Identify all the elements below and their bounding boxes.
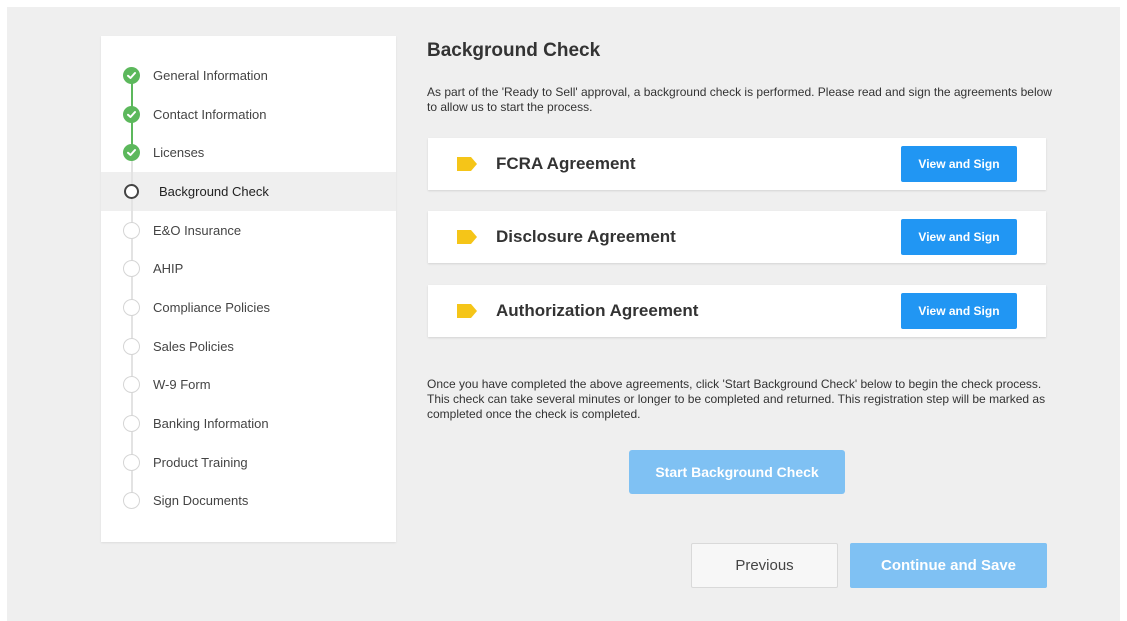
tag-icon xyxy=(457,304,477,318)
step-label: Product Training xyxy=(153,454,248,470)
sidebar-step-banking-information[interactable]: Banking Information xyxy=(101,404,396,443)
circle-outline-icon xyxy=(123,260,140,278)
page-title: Background Check xyxy=(427,40,601,61)
agreement-card-disclosure: Disclosure Agreement View and Sign xyxy=(428,211,1046,263)
sidebar-step-background-check[interactable]: Background Check xyxy=(101,172,396,211)
view-and-sign-button-authorization[interactable]: View and Sign xyxy=(901,293,1017,329)
sidebar-step-licenses[interactable]: Licenses xyxy=(101,133,396,173)
step-label: AHIP xyxy=(153,261,184,277)
step-label: E&O Insurance xyxy=(153,222,242,238)
sidebar-step-w-9-form[interactable]: W-9 Form xyxy=(101,365,396,405)
sidebar-step-ahip[interactable]: AHIP xyxy=(101,249,396,289)
instructions-text: Once you have completed the above agreem… xyxy=(427,377,1046,421)
step-label: Contact Information xyxy=(153,106,267,122)
view-and-sign-button-disclosure[interactable]: View and Sign xyxy=(901,219,1017,255)
circle-outline-icon xyxy=(123,298,140,316)
sidebar-step-product-training[interactable]: Product Training xyxy=(101,442,396,482)
check-circle-icon xyxy=(123,66,140,84)
circle-outline-icon xyxy=(123,492,140,510)
circle-outline-icon xyxy=(123,415,140,433)
circle-outline-icon xyxy=(123,337,140,355)
sidebar-step-sign-documents[interactable]: Sign Documents xyxy=(101,481,396,521)
previous-button[interactable]: Previous xyxy=(691,543,838,588)
sidebar-step-e-o-insurance[interactable]: E&O Insurance xyxy=(101,210,396,250)
sidebar-step-general-information[interactable]: General Information xyxy=(101,56,396,95)
agreement-label: Disclosure Agreement xyxy=(496,227,676,246)
circle-outline-icon xyxy=(123,453,140,471)
tag-icon xyxy=(457,157,477,171)
steps-list: General Information Contact Information Li… xyxy=(101,36,396,520)
intro-text: As part of the 'Ready to Sell' approval,… xyxy=(427,85,1052,114)
sidebar-step-compliance-policies[interactable]: Compliance Policies xyxy=(101,288,396,327)
step-label: Licenses xyxy=(153,145,205,161)
step-label: Sign Documents xyxy=(153,493,249,509)
step-label: Sales Policies xyxy=(153,338,234,354)
step-label: General Information xyxy=(153,67,268,83)
step-label: Compliance Policies xyxy=(153,299,271,315)
agreement-label: FCRA Agreement xyxy=(496,154,636,173)
step-label: Background Check xyxy=(159,183,269,199)
check-circle-icon xyxy=(123,144,140,162)
registration-steps-sidebar: General Information Contact Information Li… xyxy=(101,36,396,542)
circle-outline-icon xyxy=(123,376,140,394)
circle-outline-icon xyxy=(124,183,139,199)
agreement-card-authorization: Authorization Agreement View and Sign xyxy=(428,285,1046,337)
tag-icon xyxy=(457,230,477,244)
step-label: W-9 Form xyxy=(153,377,211,393)
check-circle-icon xyxy=(123,105,140,123)
sidebar-step-contact-information[interactable]: Contact Information xyxy=(101,94,396,134)
view-and-sign-button-fcra[interactable]: View and Sign xyxy=(901,146,1017,182)
sidebar-step-sales-policies[interactable]: Sales Policies xyxy=(101,326,396,366)
continue-and-save-button[interactable]: Continue and Save xyxy=(850,543,1047,588)
circle-outline-icon xyxy=(123,221,140,239)
step-label: Banking Information xyxy=(153,416,269,432)
start-background-check-button[interactable]: Start Background Check xyxy=(629,450,845,494)
agreement-label: Authorization Agreement xyxy=(496,301,699,320)
agreement-card-fcra: FCRA Agreement View and Sign xyxy=(428,138,1046,190)
